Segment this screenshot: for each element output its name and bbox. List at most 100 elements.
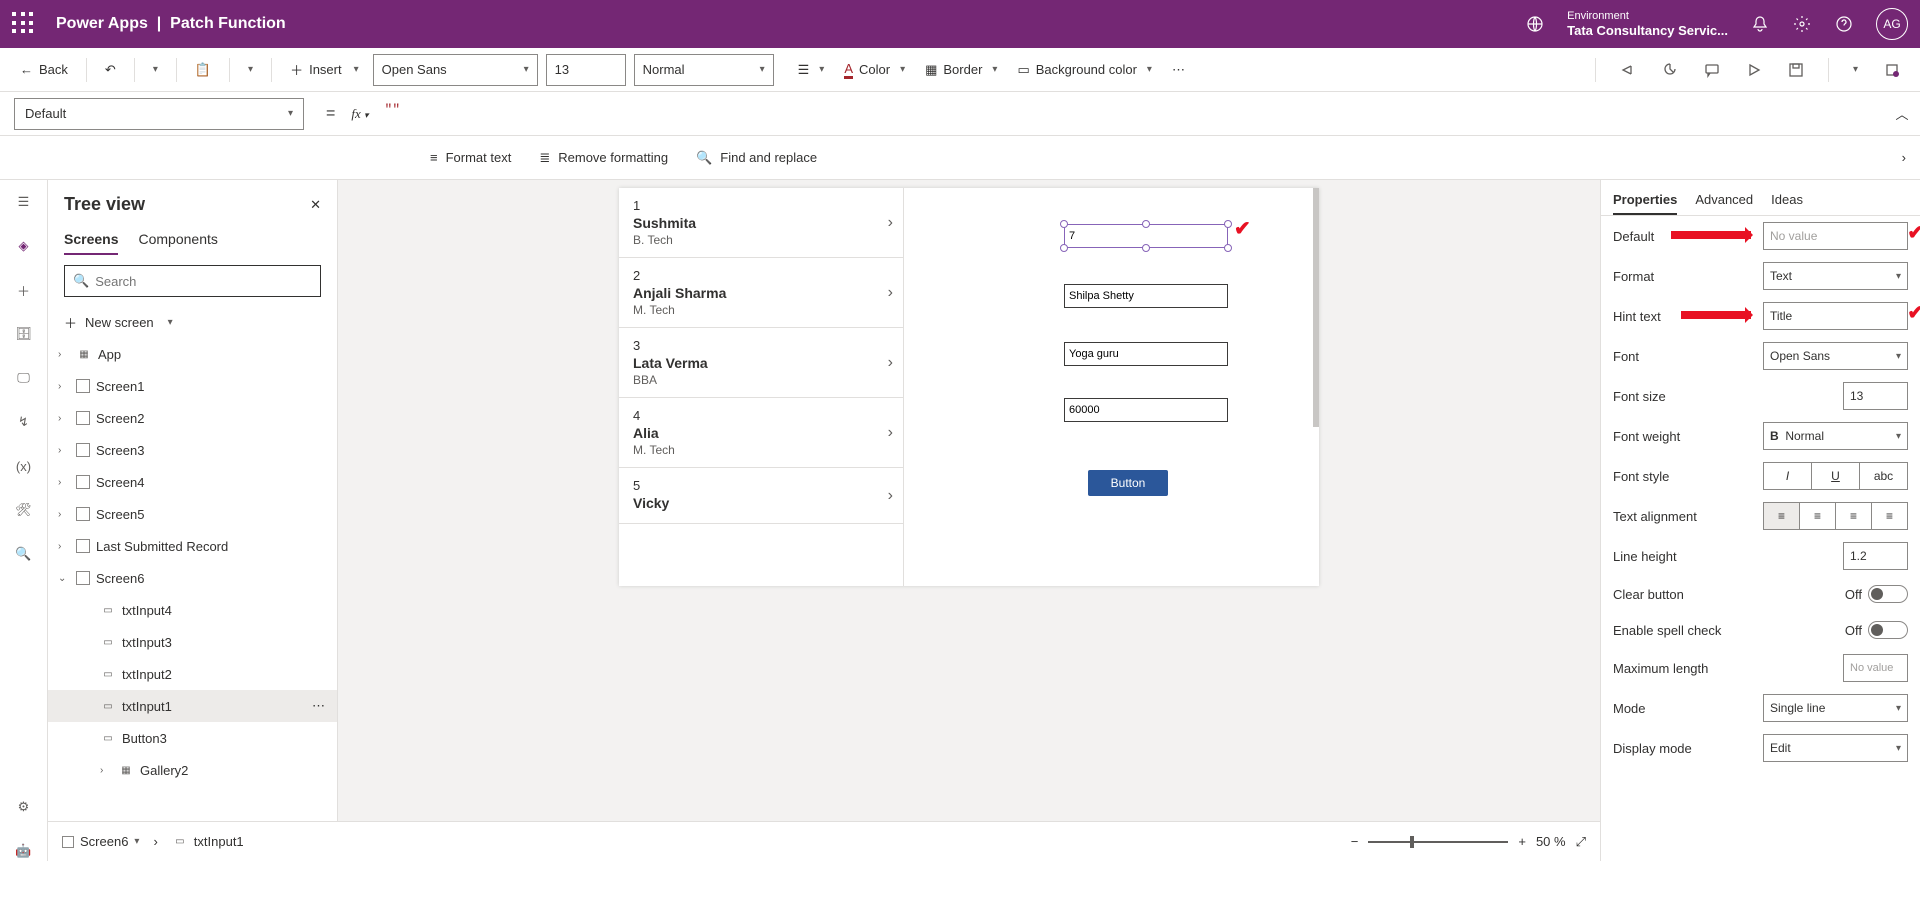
bg-color-button[interactable]: ▭Background color▾	[1011, 58, 1158, 82]
prop-maxlen-value[interactable]: No value	[1843, 654, 1908, 682]
tree-item-txtinput2[interactable]: ▭txtInput2	[48, 658, 337, 690]
tree-item-screen6[interactable]: ⌄Screen6	[48, 562, 337, 594]
search-rail-icon[interactable]: 🔍	[14, 544, 34, 564]
txtinput2-control[interactable]	[1064, 284, 1228, 308]
prop-font-value[interactable]: Open Sans▾	[1763, 342, 1908, 370]
tree-item-screen2[interactable]: ›Screen2	[48, 402, 337, 434]
chevron-right-icon[interactable]: ›	[888, 424, 893, 442]
tab-properties[interactable]: Properties	[1613, 186, 1677, 215]
tree-item-screen5[interactable]: ›Screen5	[48, 498, 337, 530]
align-button[interactable]: ☰ ▾	[792, 58, 831, 82]
close-tree-icon[interactable]: ✕	[310, 197, 321, 213]
comments-icon[interactable]	[1698, 58, 1726, 82]
back-button[interactable]: ←Back	[14, 58, 74, 81]
border-button[interactable]: ▦Border▾	[919, 58, 1003, 82]
gallery-row[interactable]: 2Anjali SharmaM. Tech›	[619, 258, 903, 328]
ask-copilot-icon[interactable]: 🤖	[14, 841, 34, 861]
notifications-icon[interactable]	[1750, 14, 1770, 34]
paste-button[interactable]: 📋	[189, 58, 217, 82]
undo-dropdown[interactable]: ▾	[147, 60, 164, 79]
settings-icon[interactable]	[1792, 14, 1812, 34]
advanced-tools-icon[interactable]: 🛠	[14, 500, 34, 520]
power-automate-icon[interactable]: ↯	[14, 412, 34, 432]
search-input[interactable]	[95, 274, 312, 289]
tree-item-screen1[interactable]: ›Screen1	[48, 370, 337, 402]
zoom-out-button[interactable]: −	[1351, 834, 1359, 849]
tree-item-screen4[interactable]: ›Screen4	[48, 466, 337, 498]
zoom-in-button[interactable]: +	[1518, 834, 1526, 849]
prop-format-value[interactable]: Text▾	[1763, 262, 1908, 290]
txtinput4-control[interactable]	[1064, 398, 1228, 422]
prop-lineheight-value[interactable]: 1.2	[1843, 542, 1908, 570]
property-selector[interactable]: Default▾	[14, 98, 304, 130]
txtinput3-control[interactable]	[1064, 342, 1228, 366]
fit-screen-icon[interactable]: ⤢	[1576, 834, 1586, 850]
insert-icon[interactable]: ＋	[14, 280, 34, 300]
data-icon[interactable]: 🗄	[14, 324, 34, 344]
tab-advanced[interactable]: Advanced	[1695, 186, 1753, 215]
find-replace-button[interactable]: 🔍Find and replace	[696, 150, 817, 166]
prop-align-value[interactable]: ≡≡≡≡	[1763, 502, 1908, 530]
remove-formatting-button[interactable]: ≣Remove formatting	[539, 150, 668, 166]
expand-formula-icon[interactable]: ︿	[1884, 96, 1920, 132]
breadcrumb-screen[interactable]: Screen6▾	[62, 834, 139, 849]
formula-input[interactable]: ""	[377, 98, 1884, 130]
tree-item-txtinput1[interactable]: ▭txtInput1⋯	[48, 690, 337, 722]
tab-screens[interactable]: Screens	[64, 225, 118, 255]
gallery-row[interactable]: 5Vicky›	[619, 468, 903, 524]
tree-item-gallery2[interactable]: ›▦Gallery2	[48, 754, 337, 786]
publish-icon[interactable]	[1878, 58, 1906, 82]
gallery-row[interactable]: 1SushmitaB. Tech›	[619, 188, 903, 258]
variables-icon[interactable]: (x)	[14, 456, 34, 476]
publish-dropdown[interactable]: ▾	[1847, 60, 1864, 79]
next-error-icon[interactable]: ›	[1902, 150, 1906, 165]
tree-search[interactable]: 🔍	[64, 265, 321, 297]
more-button[interactable]: ⋯	[1166, 58, 1191, 82]
prop-default-value[interactable]: No value	[1763, 222, 1908, 250]
tree-view-icon[interactable]: ◈	[14, 236, 34, 256]
prop-mode-value[interactable]: Single line▾	[1763, 694, 1908, 722]
tree-item-app[interactable]: ›▦App	[48, 338, 337, 370]
save-icon[interactable]	[1782, 58, 1810, 82]
prop-fontstyle-value[interactable]: IUabc	[1763, 462, 1908, 490]
gallery-row[interactable]: 4AliaM. Tech›	[619, 398, 903, 468]
environment-picker[interactable]: Environment Tata Consultancy Servic...	[1567, 10, 1728, 39]
preview-icon[interactable]	[1740, 58, 1768, 82]
prop-hint-value[interactable]: Title	[1763, 302, 1908, 330]
font-weight-dropdown[interactable]: Normal▾	[634, 54, 774, 86]
breadcrumb-control[interactable]: ▭txtInput1	[172, 834, 244, 850]
font-dropdown[interactable]: Open Sans▾	[373, 54, 538, 86]
share-icon[interactable]	[1614, 58, 1642, 82]
font-size-input[interactable]: 13	[546, 54, 626, 86]
tree-item-screen3[interactable]: ›Screen3	[48, 434, 337, 466]
prop-fontsize-value[interactable]: 13	[1843, 382, 1908, 410]
undo-button[interactable]: ↶	[99, 58, 122, 82]
tab-ideas[interactable]: Ideas	[1771, 186, 1803, 215]
app-launcher-icon[interactable]	[12, 12, 36, 36]
prop-spell-toggle[interactable]	[1868, 621, 1908, 639]
tree-item-last-submitted[interactable]: ›Last Submitted Record	[48, 530, 337, 562]
tree-item-txtinput3[interactable]: ▭txtInput3	[48, 626, 337, 658]
color-button[interactable]: AColor▾	[838, 57, 911, 83]
prop-display-value[interactable]: Edit▾	[1763, 734, 1908, 762]
paste-dropdown[interactable]: ▾	[242, 60, 259, 79]
chevron-right-icon[interactable]: ›	[888, 354, 893, 372]
prop-fontweight-value[interactable]: B Normal▾	[1763, 422, 1908, 450]
insert-button[interactable]: ＋Insert▾	[284, 56, 365, 83]
chevron-right-icon[interactable]: ›	[888, 487, 893, 505]
settings-rail-icon[interactable]: ⚙	[14, 797, 34, 817]
gallery-row[interactable]: 3Lata VermaBBA›	[619, 328, 903, 398]
gallery-control[interactable]: 1SushmitaB. Tech› 2Anjali SharmaM. Tech›…	[619, 188, 904, 586]
tree-item-txtinput4[interactable]: ▭txtInput4	[48, 594, 337, 626]
tree-item-button3[interactable]: ▭Button3	[48, 722, 337, 754]
canvas-area[interactable]: 1SushmitaB. Tech› 2Anjali SharmaM. Tech›…	[338, 180, 1600, 861]
hamburger-icon[interactable]: ☰	[14, 192, 34, 212]
new-screen-button[interactable]: ＋New screen▾	[48, 307, 337, 338]
format-text-button[interactable]: ≡Format text	[430, 150, 511, 165]
prop-clear-toggle[interactable]	[1868, 585, 1908, 603]
chevron-right-icon[interactable]: ›	[888, 214, 893, 232]
submit-button[interactable]: Button	[1088, 470, 1168, 496]
zoom-slider[interactable]	[1368, 841, 1508, 843]
user-avatar[interactable]: AG	[1876, 8, 1908, 40]
tab-components[interactable]: Components	[138, 225, 217, 255]
